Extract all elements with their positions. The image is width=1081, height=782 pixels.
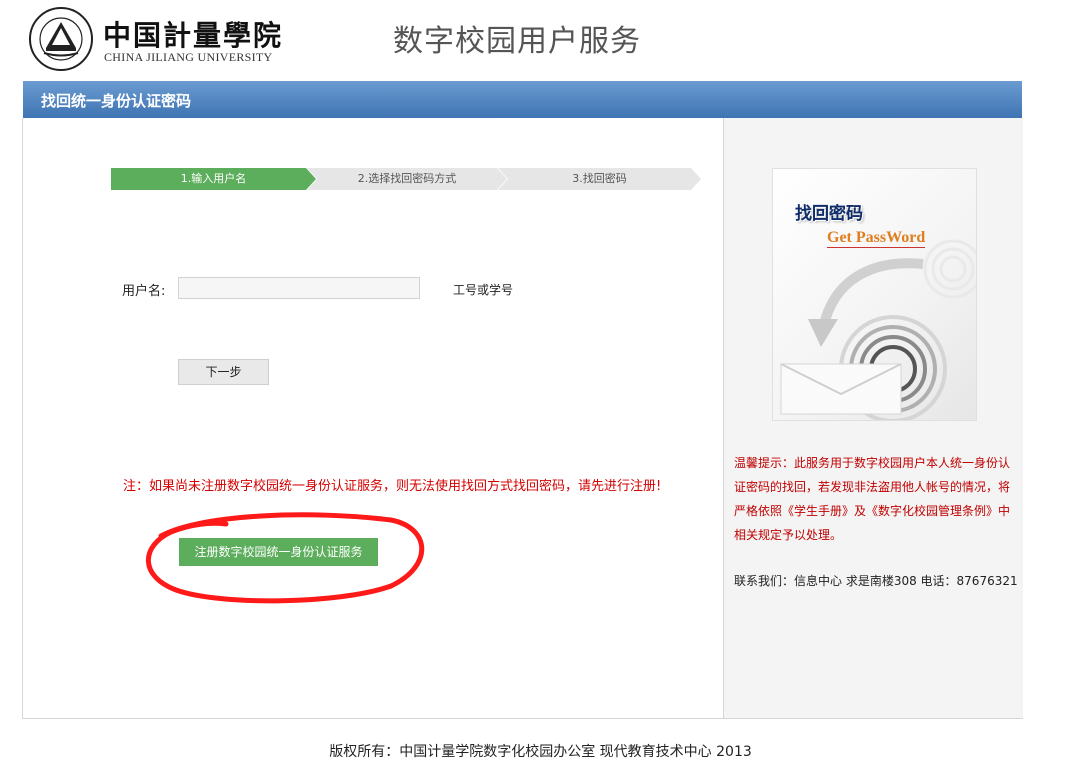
university-name: 中国計量學院 xyxy=(103,19,284,52)
university-english-name: CHINA JILIANG UNIVERSITY xyxy=(104,50,273,64)
next-step-button[interactable]: 下一步 xyxy=(178,359,269,385)
step-2-label: 2.选择找回密码方式 xyxy=(357,172,457,185)
info-sidebar: 找回密码 Get PassWord 温馨提示：此服务用于数字校园用户本人统一身份… xyxy=(723,118,1023,718)
copyright-footer: 版权所有：中国计量学院数字化校园办公室 现代教育技术中心 2013 xyxy=(329,744,752,760)
get-password-card: 找回密码 Get PassWord xyxy=(772,168,977,421)
get-password-title: 找回密码 xyxy=(795,204,863,224)
get-password-subtitle: Get PassWord xyxy=(827,229,926,248)
step-1-label: 1.输入用户名 xyxy=(180,172,247,185)
site-title: 数字校园用户服务 xyxy=(393,24,641,59)
username-hint: 工号或学号 xyxy=(453,283,514,297)
step-3: 3.找回密码 xyxy=(498,168,701,190)
page-title-bar: 找回统一身份认证密码 xyxy=(23,81,1022,119)
step-2: 2.选择找回密码方式 xyxy=(307,168,507,190)
main-frame: 1.输入用户名 2.选择找回密码方式 3.找回密码 用户名: 工号或学号 下一步… xyxy=(22,118,1023,719)
registration-note: 注：如果尚未注册数字校园统一身份认证服务，则无法使用找回方式找回密码，请先进行注… xyxy=(123,479,662,494)
warm-tip: 温馨提示：此服务用于数字校园用户本人统一身份认证密码的找回，若发现非法盗用他人帐… xyxy=(734,456,1011,542)
step-3-label: 3.找回密码 xyxy=(572,172,627,185)
step-1: 1.输入用户名 xyxy=(111,168,316,190)
step-progress: 1.输入用户名 2.选择找回密码方式 3.找回密码 xyxy=(111,168,701,190)
register-button[interactable]: 注册数字校园统一身份认证服务 xyxy=(179,538,378,566)
username-input[interactable] xyxy=(178,277,420,299)
username-label: 用户名: xyxy=(122,284,166,299)
university-seal-logo xyxy=(24,6,98,72)
contact-info: 联系我们：信息中心 求是南楼308 电话：87676321 xyxy=(734,574,1018,588)
page-title: 找回统一身份认证密码 xyxy=(41,92,192,110)
form-panel: 1.输入用户名 2.选择找回密码方式 3.找回密码 用户名: 工号或学号 下一步… xyxy=(23,118,723,718)
